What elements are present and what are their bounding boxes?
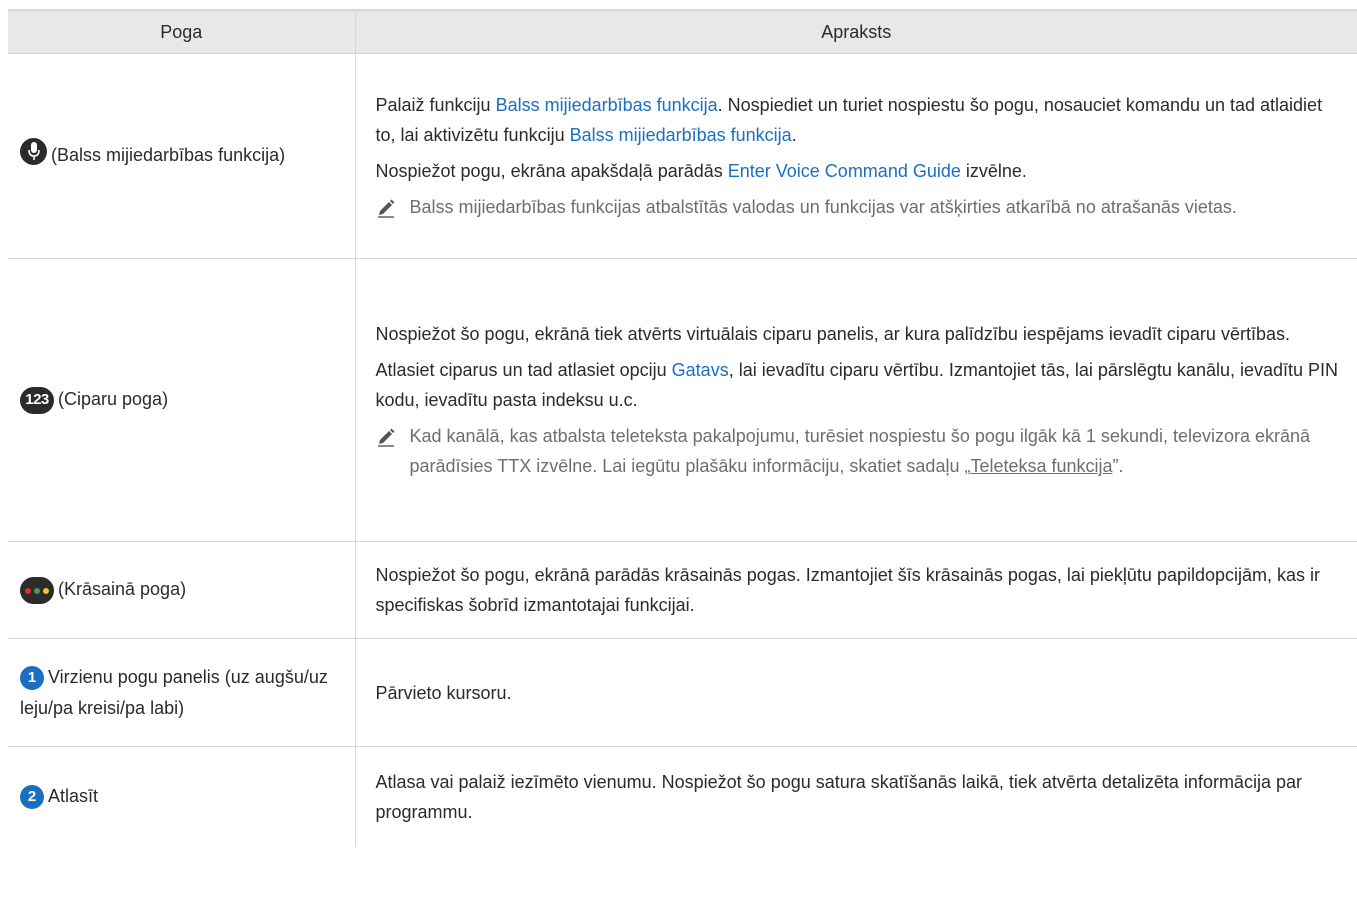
description-cell: Pārvieto kursoru. — [355, 638, 1357, 747]
note-text: ”. — [1112, 456, 1124, 476]
description-cell: Palaiž funkciju Balss mijiedarbības funk… — [355, 53, 1357, 259]
button-cell: (Krāsainā poga) — [8, 541, 356, 639]
button-label: (Ciparu poga) — [58, 389, 169, 410]
button-description-table: Poga Apraksts (Balss mijiedarbības funkc… — [8, 9, 1357, 847]
description-paragraph: Palaiž funkciju Balss mijiedarbības funk… — [376, 90, 1346, 150]
highlight-term: Balss mijiedarbības funkcija — [495, 95, 718, 115]
column-header-button: Poga — [8, 9, 355, 54]
button-label: Virzienu pogu panelis (uz augšu/uz leju/… — [20, 666, 328, 719]
color-buttons-icon — [20, 573, 54, 604]
text: . — [791, 125, 797, 145]
button-cell: 2 Atlasīt — [8, 746, 356, 847]
column-header-description: Apraksts — [354, 9, 1357, 54]
button-label: (Krāsainā poga) — [58, 579, 187, 599]
text: Palaiž funkciju — [375, 95, 496, 115]
description-paragraph: Nospiežot šo pogu, ekrānā tiek atvērts v… — [375, 324, 1290, 344]
number-123-icon: 123 — [20, 383, 54, 414]
text: Atlasiet ciparus un tad atlasiet opciju — [375, 360, 672, 380]
description-cell: Atlasa vai palaiž iezīmēto vienumu. Nosp… — [355, 747, 1357, 847]
table-row-color: (Krāsainā poga) Nospiežot šo pogu, ekrān… — [8, 541, 1357, 639]
text: izvēlne. — [960, 161, 1027, 181]
button-cell: 123 (Ciparu poga) — [8, 258, 356, 542]
pencil-note-icon — [377, 199, 394, 218]
description-cell: Nospiežot šo pogu, ekrānā tiek atvērts v… — [355, 258, 1357, 542]
highlight-term: Enter Voice Command Guide — [727, 161, 961, 181]
description-paragraph: Atlasiet ciparus un tad atlasiet opciju … — [376, 355, 1346, 415]
button-cell: 1 Virzienu pogu panelis (uz augšu/uz leju… — [8, 638, 356, 747]
table-row-number: 123 (Ciparu poga) Nospiežot šo pogu, ekrā… — [8, 258, 1357, 542]
highlight-term: Balss mijiedarbības funkcija — [569, 125, 792, 145]
note: Balss mijiedarbības funkcijas atbalstītā… — [376, 192, 1346, 222]
description-paragraph: Nospiežot pogu, ekrāna apakšdaļā parādās… — [376, 156, 1346, 186]
description-paragraph: Nospiežot šo pogu, ekrānā parādās krāsai… — [375, 565, 1321, 615]
teletext-link[interactable]: Teleteksa funkcija — [970, 456, 1112, 476]
description-paragraph: Pārvieto kursoru. — [375, 682, 512, 703]
button-cell: (Balss mijiedarbības funkcija) — [8, 53, 356, 259]
text: Nospiežot pogu, ekrāna apakšdaļā parādās — [375, 161, 728, 181]
note: Kad kanālā, kas atbalsta teleteksta paka… — [376, 421, 1346, 481]
button-label: (Balss mijiedarbības funkcija) — [51, 144, 286, 165]
description-paragraph: Atlasa vai palaiž iezīmēto vienumu. Nosp… — [375, 771, 1302, 822]
table-row-select: 2 Atlasīt Atlasa vai palaiž iezīmēto vien… — [8, 746, 1357, 847]
pencil-note-icon — [377, 428, 394, 447]
table-row-voice: (Balss mijiedarbības funkcija) Palaiž fu… — [8, 53, 1357, 259]
description-cell: Nospiežot šo pogu, ekrānā parādās krāsai… — [355, 541, 1357, 639]
highlight-term: Gatavs — [671, 360, 729, 380]
button-label: Atlasīt — [48, 786, 99, 807]
note-text: Kad kanālā, kas atbalsta teleteksta paka… — [409, 426, 1311, 476]
note-text: Balss mijiedarbības funkcijas atbalstītā… — [409, 197, 1237, 217]
table-row-directional: 1 Virzienu pogu panelis (uz augšu/uz leju… — [8, 638, 1357, 747]
microphone-icon — [20, 137, 47, 171]
circled-1-icon: 1 — [20, 661, 44, 691]
table-header-row: Poga Apraksts — [8, 9, 1357, 54]
circled-2-icon: 2 — [20, 780, 44, 810]
